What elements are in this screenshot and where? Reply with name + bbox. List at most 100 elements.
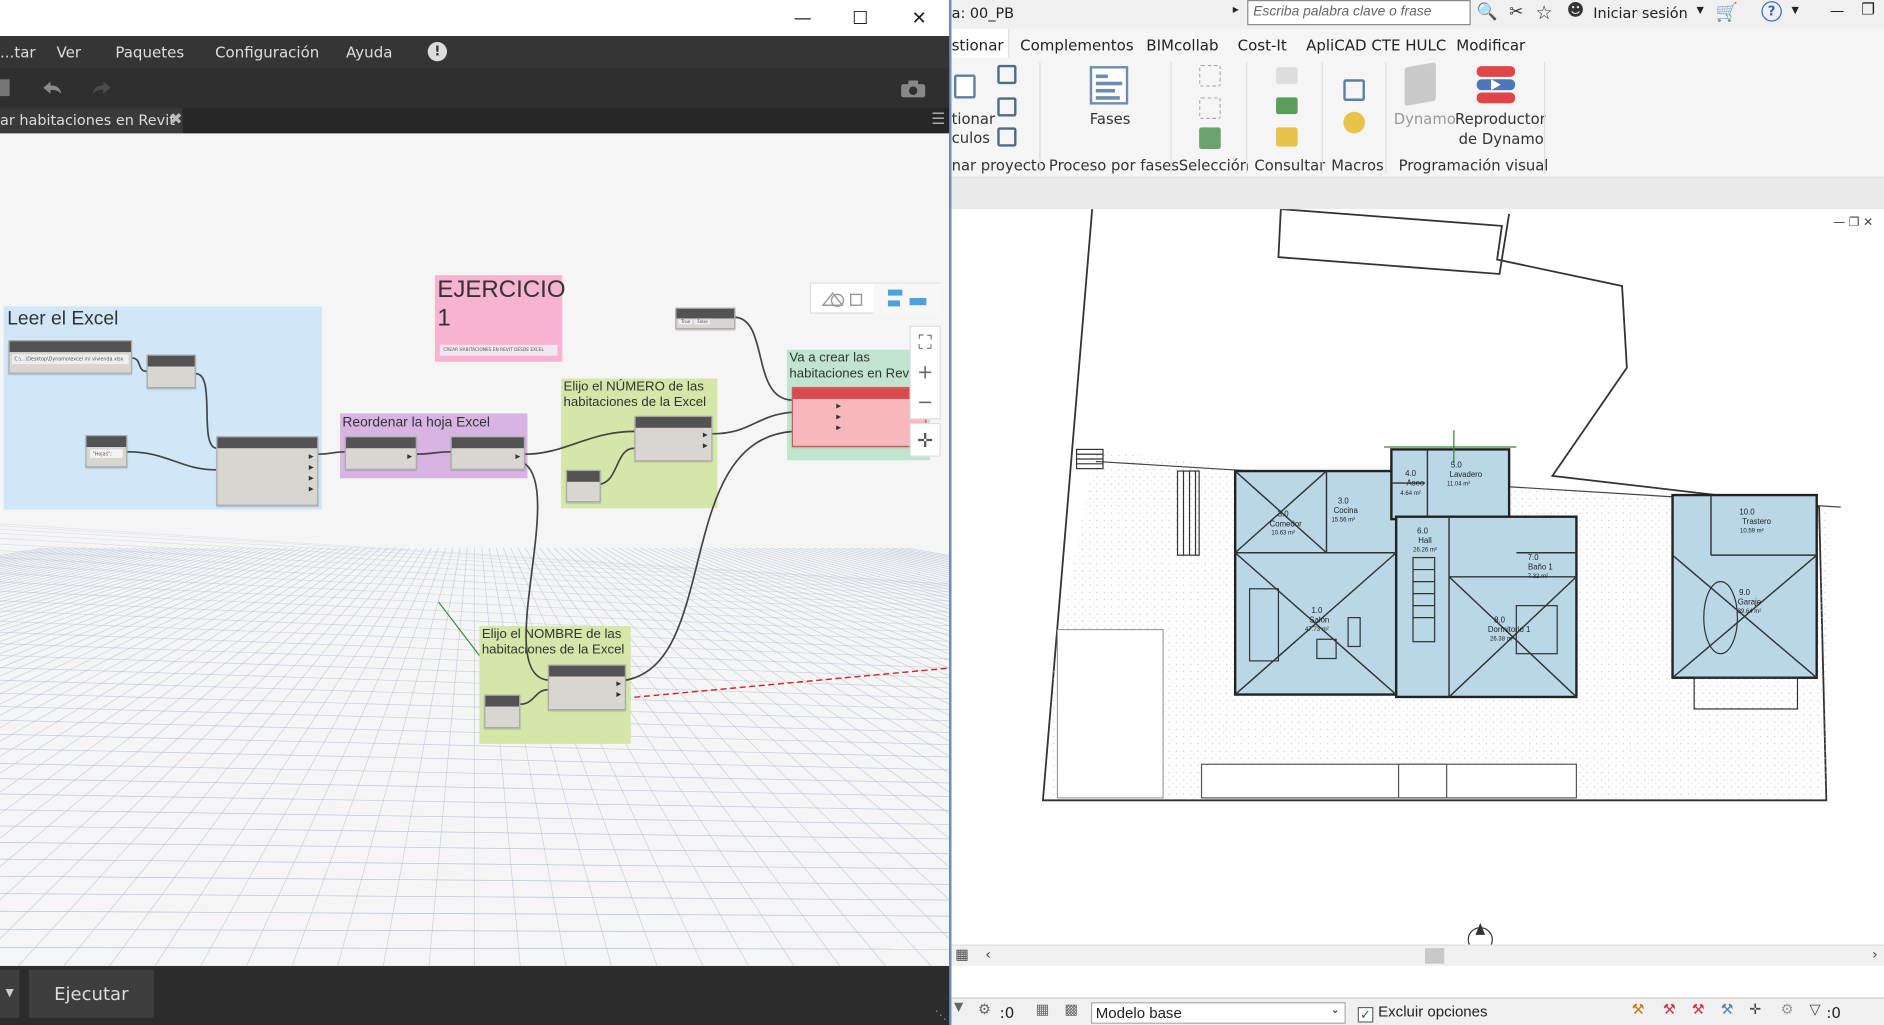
zoom-in-icon[interactable]: + — [911, 357, 940, 387]
subscription-icon[interactable]: ✂ — [1509, 2, 1523, 21]
save-icon[interactable] — [0, 79, 10, 97]
floor-plan-view[interactable]: —❐✕ 3.0 Comedor 10.63 m² 3.0 Cocina 15.5… — [951, 208, 1884, 953]
hamburger-icon[interactable]: ☰ — [931, 111, 945, 129]
tab-modificar[interactable]: Modificar — [1456, 36, 1525, 54]
node-transpose[interactable] — [344, 436, 417, 470]
node-file-from-path[interactable] — [146, 354, 196, 389]
design-options-icon[interactable]: ▩ — [1065, 1001, 1079, 1018]
menu-item-paquetes[interactable]: Paquetes — [115, 43, 184, 61]
select-by-face-icon[interactable]: ⚒ — [1721, 1001, 1734, 1018]
bool-true-option[interactable]: True — [678, 319, 693, 325]
player-button-label[interactable]: de Dynamo — [1459, 131, 1544, 148]
selection-icon-1[interactable] — [1199, 64, 1221, 87]
editing-requests-icon[interactable]: ▦ — [1036, 1001, 1050, 1018]
tab-aplicad[interactable]: ApliCAD CTE HULC — [1306, 36, 1446, 54]
minimize-button[interactable]: — — [1830, 2, 1844, 19]
menu-item-ayuda[interactable]: Ayuda — [346, 43, 392, 61]
help-dropdown-icon[interactable]: ▼ — [1791, 5, 1798, 16]
node-sheet-value[interactable]: "Hojas"; — [90, 449, 123, 458]
select-underlay-icon[interactable]: ⚒ — [1663, 1001, 1676, 1018]
revit-search-input[interactable]: Escriba palabra clave o frase — [1247, 0, 1471, 26]
tab-complementos[interactable]: Complementos — [1020, 36, 1134, 54]
binoculars-icon[interactable]: 🔍 — [1477, 2, 1498, 21]
notification-icon[interactable]: ! — [427, 42, 447, 62]
view-icon[interactable]: ▦ — [955, 946, 969, 963]
panel-title: nar proyecto — [951, 157, 1046, 175]
background-process-icon[interactable]: ⚙ — [1781, 1001, 1794, 1018]
pan-icon[interactable]: ✛ — [909, 422, 941, 457]
scroll-thumb[interactable] — [1425, 948, 1445, 964]
bool-false-option[interactable]: False — [695, 319, 711, 325]
run-button[interactable]: Ejecutar — [28, 969, 154, 1018]
manage-links-icon[interactable] — [954, 74, 976, 99]
close-button[interactable]: ✕ — [892, 0, 947, 36]
fit-view-icon[interactable]: ⛶ — [911, 327, 940, 357]
inquiry-icon-2[interactable] — [1276, 97, 1298, 115]
redo-icon[interactable] — [89, 78, 115, 97]
ribbon-icon-1[interactable] — [997, 64, 1017, 85]
undo-icon[interactable] — [38, 78, 64, 97]
tab-gestionar[interactable]: stionar — [951, 28, 1010, 58]
inquiry-icon-1[interactable] — [1276, 67, 1298, 85]
ribbon-icon-2[interactable] — [997, 97, 1017, 117]
view-window-controls[interactable]: —❐✕ — [1833, 216, 1877, 229]
menu-item-configuracion[interactable]: Configuración — [215, 43, 319, 61]
run-mode-dropdown[interactable]: ▼ — [0, 969, 20, 1018]
player-button-label[interactable]: Reproductor — [1455, 111, 1546, 128]
select-links-icon[interactable]: ⚒ — [1632, 1001, 1645, 1018]
node-create-rooms[interactable] — [791, 386, 927, 448]
scroll-right-icon[interactable]: › — [1872, 946, 1878, 963]
minimize-button[interactable]: — — [775, 0, 830, 36]
maximize-button[interactable]: ☐ — [833, 0, 888, 36]
macro-security-icon[interactable] — [1343, 111, 1365, 134]
scroll-left-icon[interactable]: ‹ — [985, 946, 991, 963]
node-file-path-value[interactable]: C:\...\Desktop\Dynamo\excel mi vivienda.… — [12, 354, 129, 365]
expand-arrow-icon[interactable]: ▸ — [1233, 4, 1239, 17]
tab-bimcollab[interactable]: BIMcollab — [1146, 36, 1218, 54]
tab-cost-it[interactable]: Cost-It — [1238, 36, 1287, 54]
signin-link[interactable]: Iniciar sesión — [1593, 5, 1688, 22]
drag-elements-icon[interactable]: ✛ — [1749, 1001, 1761, 1018]
menu-item-editar[interactable]: ...tar — [0, 43, 36, 61]
resize-grip-icon[interactable]: ⋱ — [935, 1009, 947, 1022]
node-get-item-numero[interactable] — [634, 415, 713, 462]
favorites-icon[interactable]: ☆ — [1536, 1, 1553, 24]
selection-icon-2[interactable] — [1199, 97, 1221, 119]
exclude-options-checkbox[interactable]: ✓ Excluir opciones — [1357, 1003, 1488, 1023]
workspace-tab[interactable]: ar habitaciones en Revit — [0, 108, 183, 134]
horizontal-scrollbar[interactable]: ▦ ‹ › — [951, 944, 1884, 967]
select-pinned-icon[interactable]: ⚒ — [1692, 1001, 1705, 1018]
zoom-out-icon[interactable]: − — [911, 387, 940, 417]
node-sheet-name[interactable]: "Hojas"; — [85, 434, 128, 468]
design-option-select[interactable]: Modelo base ⌄ — [1090, 1002, 1346, 1024]
node-file-path[interactable]: C:\...\Desktop\Dynamo\excel mi vivienda.… — [8, 340, 133, 374]
close-tab-icon[interactable]: ✖ — [169, 111, 182, 129]
node-index-numero[interactable] — [565, 469, 601, 503]
dynamo-button-label[interactable]: Dynamo — [1394, 111, 1456, 128]
cart-icon[interactable]: 🛒 — [1716, 1, 1738, 23]
menu-item-ver[interactable]: Ver — [56, 43, 81, 61]
signin-dropdown-icon[interactable]: ▼ — [1697, 5, 1704, 16]
dynamo-icon[interactable] — [1404, 62, 1436, 107]
restore-button[interactable]: ❐ — [1861, 1, 1875, 19]
phases-icon[interactable] — [1089, 65, 1130, 106]
warnings-icon[interactable] — [1276, 127, 1298, 147]
selection-icon-3[interactable] — [1199, 127, 1221, 150]
status-dropdown-icon[interactable]: ▼ — [954, 1001, 963, 1014]
node-list-rest[interactable] — [450, 436, 526, 470]
camera-icon[interactable] — [899, 79, 928, 98]
user-icon[interactable]: ☻ — [1567, 1, 1585, 20]
view-switch[interactable] — [809, 282, 941, 315]
node-excel-read[interactable] — [216, 436, 319, 506]
node-boolean[interactable]: True False — [675, 307, 736, 330]
node-get-item-nombre[interactable] — [547, 664, 626, 711]
worksharing-icon[interactable]: ⚙ — [978, 1001, 991, 1018]
graph-canvas[interactable]: Leer el Excel EJERCICIO 1 CREAR HABITACI… — [0, 133, 950, 967]
dynamo-player-icon[interactable] — [1474, 64, 1517, 105]
macro-manager-icon[interactable] — [1343, 79, 1365, 101]
help-icon[interactable]: ? — [1761, 1, 1782, 22]
fases-button-label[interactable]: Fases — [1090, 111, 1131, 128]
ribbon-icon-3[interactable] — [997, 127, 1017, 147]
node-index-nombre[interactable] — [484, 694, 521, 729]
filter-icon[interactable]: ▽ — [1810, 1001, 1821, 1018]
